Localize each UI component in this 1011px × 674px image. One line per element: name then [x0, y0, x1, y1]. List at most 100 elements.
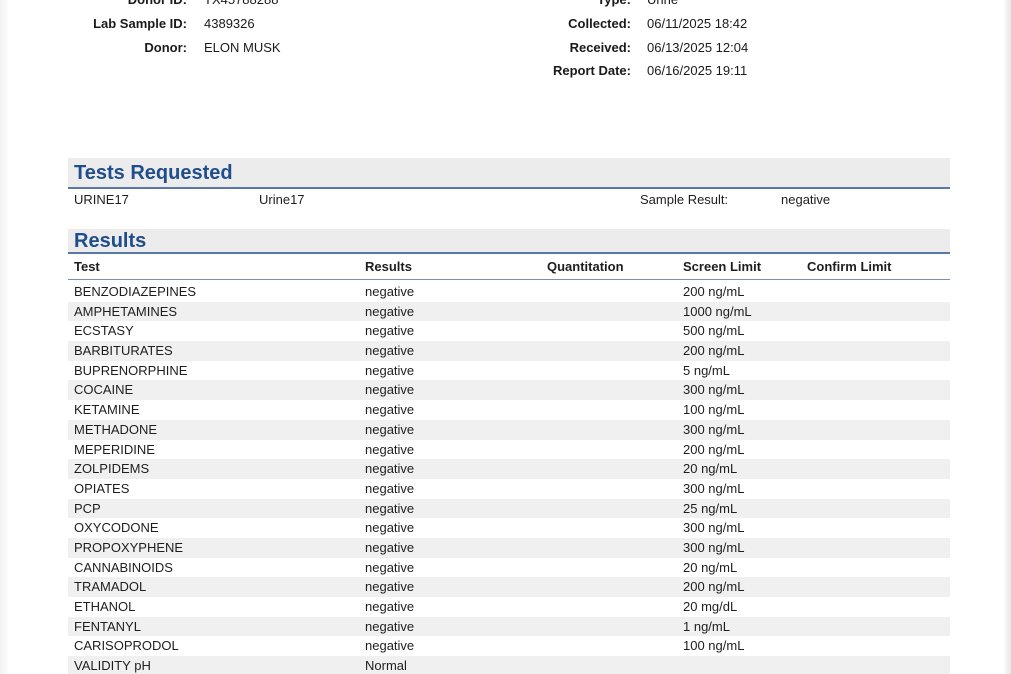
tests-requested-row: URINE17 Urine17 Sample Result: negative: [68, 190, 950, 210]
table-row: ETHANOL negative 20 mg/dL: [68, 597, 950, 617]
donor-id-label: Donor ID:: [128, 0, 187, 9]
cell-test: BUPRENORPHINE: [74, 362, 188, 378]
cell-result: negative: [365, 599, 415, 614]
col-header-quantitation: Quantitation: [547, 259, 624, 274]
cell-test: CARISOPRODOL: [74, 638, 179, 654]
collected-value: 06/11/2025 18:42: [647, 16, 748, 31]
cell-test: VALIDITY pH: [74, 658, 151, 674]
cell-test: ZOLPIDEMS: [74, 461, 150, 477]
collected-row: Collected: 06/11/2025 18:42: [400, 15, 800, 33]
cell-screen-limit: 200 ng/mL: [683, 284, 745, 299]
cell-result: negative: [365, 382, 415, 398]
col-header-test: Test: [74, 259, 100, 274]
cell-result: negative: [365, 500, 415, 516]
table-row: PCP negative 25 ng/mL: [68, 498, 950, 519]
cell-result: negative: [365, 559, 415, 575]
table-row: CANNABINOIDS negative 20 ng/mL: [68, 558, 950, 578]
table-row: MEPERIDINE negative 200 ng/mL: [68, 440, 950, 460]
cell-test: PROPOXYPHENE: [74, 539, 184, 555]
cell-test: BENZODIAZEPINES: [74, 284, 197, 299]
cell-screen-limit: 300 ng/mL: [683, 421, 745, 437]
cell-screen-limit: 200 ng/mL: [683, 343, 745, 359]
cell-test: MEPERIDINE: [74, 441, 155, 457]
report-date-value: 06/16/2025 19:11: [647, 63, 748, 78]
cell-result: negative: [365, 539, 415, 555]
donor-row: Donor: ELON MUSK: [0, 39, 400, 57]
report-date-row: Report Date: 06/16/2025 19:11: [400, 62, 800, 80]
cell-result: negative: [365, 284, 415, 299]
cell-test: CANNABINOIDS: [74, 559, 173, 575]
table-row: OXYCODONE negative 300 ng/mL: [68, 518, 950, 538]
cell-screen-limit: 300 ng/mL: [683, 539, 745, 555]
cell-screen-limit: 500 ng/mL: [683, 323, 745, 339]
cell-result: negative: [365, 441, 415, 457]
cell-test: OXYCODONE: [74, 520, 159, 536]
col-header-results: Results: [365, 259, 412, 274]
cell-test: COCAINE: [74, 382, 134, 398]
table-row: BUPRENORPHINE negative 5 ng/mL: [68, 361, 950, 381]
cell-result: negative: [365, 362, 415, 378]
col-header-screen-limit: Screen Limit: [683, 259, 762, 274]
cell-result: negative: [365, 323, 415, 339]
lab-sample-id-value: 4389326: [204, 16, 255, 31]
cell-screen-limit: 100 ng/mL: [683, 638, 745, 654]
test-name: Urine17: [259, 192, 305, 207]
table-row: BENZODIAZEPINES negative 200 ng/mL: [68, 282, 950, 302]
tests-requested-header: Tests Requested: [68, 158, 950, 189]
cell-screen-limit: 300 ng/mL: [683, 520, 745, 536]
collected-label: Collected:: [568, 16, 631, 31]
page-edge-right: [1003, 0, 1011, 674]
cell-screen-limit: 20 ng/mL: [683, 461, 738, 477]
sample-result-label: Sample Result:: [640, 192, 729, 207]
cell-test: BARBITURATES: [74, 343, 173, 359]
cell-screen-limit: 200 ng/mL: [683, 579, 745, 595]
table-row: VALIDITY pH Normal: [68, 656, 950, 674]
sample-result-value: negative: [781, 192, 831, 207]
table-row: BARBITURATES negative 200 ng/mL: [68, 341, 950, 361]
cell-result: negative: [365, 480, 415, 496]
cell-test: AMPHETAMINES: [74, 303, 178, 319]
table-row: KETAMINE negative 100 ng/mL: [68, 400, 950, 420]
cell-result: negative: [365, 421, 415, 437]
cell-test: ETHANOL: [74, 599, 136, 614]
tests-requested-title: Tests Requested: [74, 162, 233, 184]
cell-test: TRAMADOL: [74, 579, 147, 595]
cell-screen-limit: 20 mg/dL: [683, 599, 738, 614]
table-row: TRAMADOL negative 200 ng/mL: [68, 577, 950, 597]
cell-screen-limit: 200 ng/mL: [683, 441, 745, 457]
lab-sample-id-label: Lab Sample ID:: [93, 16, 187, 31]
received-label: Received:: [569, 40, 631, 55]
results-header: Results: [68, 229, 950, 254]
cell-result: negative: [365, 638, 415, 654]
donor-id-row: Donor ID: TX45788288: [0, 0, 400, 9]
type-label: Type:: [597, 0, 631, 9]
results-title: Results: [74, 230, 147, 252]
test-code: URINE17: [74, 192, 129, 207]
donor-value: ELON MUSK: [204, 40, 281, 55]
table-row: ZOLPIDEMS negative 20 ng/mL: [68, 459, 950, 479]
cell-result: Normal: [365, 658, 407, 674]
table-row: CARISOPRODOL negative 100 ng/mL: [68, 636, 950, 656]
table-row: PROPOXYPHENE negative 300 ng/mL: [68, 537, 950, 558]
results-header-rule: [68, 279, 950, 280]
cell-screen-limit: 1000 ng/mL: [683, 303, 752, 319]
type-value: Urine: [647, 0, 678, 9]
results-table-body: BENZODIAZEPINES negative 200 ng/mL AMPHETAM…: [68, 282, 950, 674]
cell-test: PCP: [74, 500, 101, 516]
table-row: FENTANYL negative 1 ng/mL: [68, 616, 950, 637]
col-header-confirm-limit: Confirm Limit: [807, 259, 892, 274]
cell-result: negative: [365, 618, 415, 634]
cell-test: ECSTASY: [74, 323, 134, 339]
cell-result: negative: [365, 303, 415, 319]
cell-test: FENTANYL: [74, 618, 141, 634]
table-row: ECSTASY negative 500 ng/mL: [68, 321, 950, 341]
cell-screen-limit: 300 ng/mL: [683, 480, 745, 496]
donor-id-value: TX45788288: [204, 0, 278, 9]
cell-test: OPIATES: [74, 480, 130, 496]
cell-test: KETAMINE: [74, 402, 140, 418]
cell-screen-limit: 25 ng/mL: [683, 500, 738, 516]
table-row: METHADONE negative 300 ng/mL: [68, 419, 950, 440]
cell-screen-limit: 1 ng/mL: [683, 618, 730, 634]
cell-test: METHADONE: [74, 421, 158, 437]
cell-screen-limit: 5 ng/mL: [683, 362, 730, 378]
